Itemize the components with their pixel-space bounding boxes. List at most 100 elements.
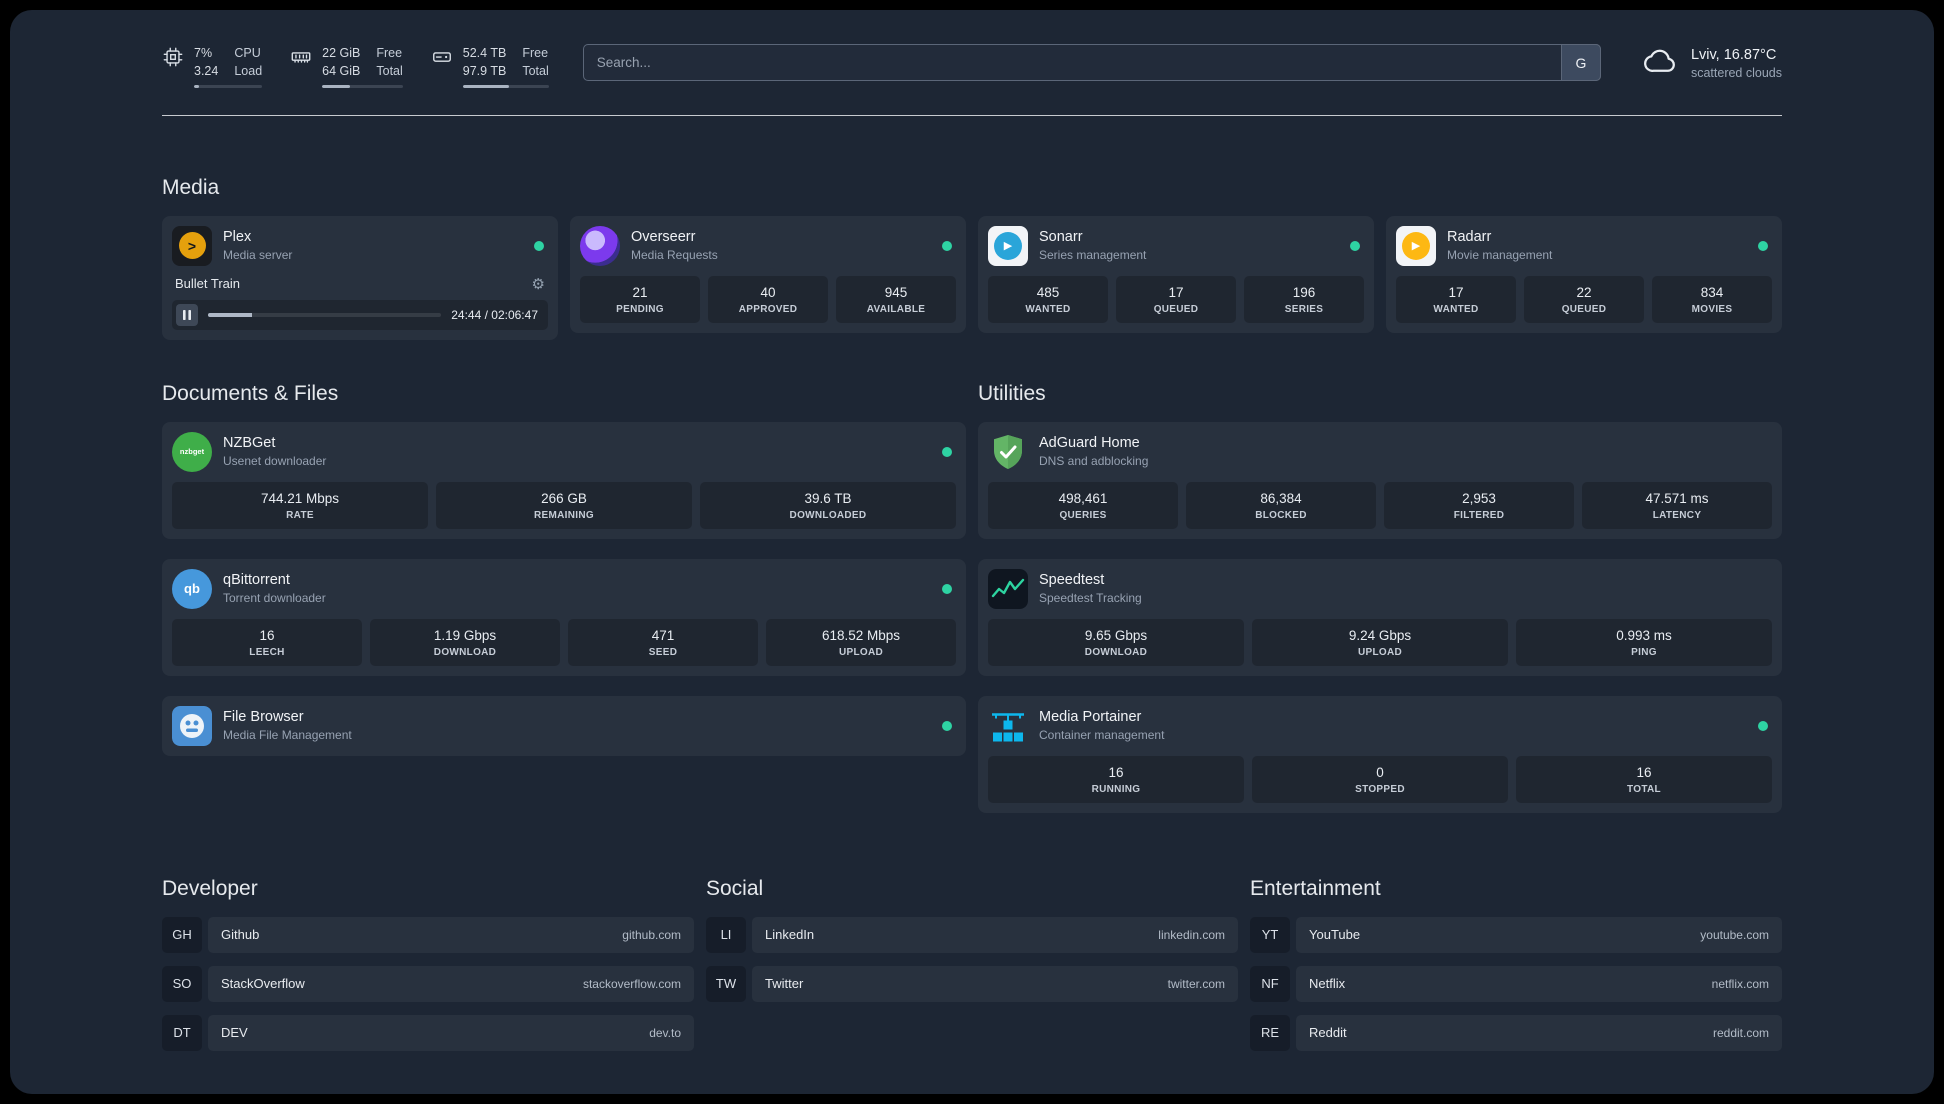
bookmark-group-title: Developer	[162, 876, 258, 900]
bookmark-name: YouTube	[1309, 927, 1361, 943]
bookmark-reddit[interactable]: RE Reddit reddit.com	[1250, 1014, 1782, 1051]
service-name: Plex	[223, 229, 252, 246]
bookmark-group-title: Social	[706, 876, 764, 900]
stat-label: BLOCKED	[1255, 509, 1307, 521]
stat-label: RUNNING	[1091, 783, 1141, 795]
stat-value: 39.6 TB	[804, 490, 852, 506]
service-description: Movie management	[1447, 248, 1553, 263]
service-name: qBittorrent	[223, 572, 290, 589]
service-description: Container management	[1039, 728, 1165, 743]
bookmark-group-title: Entertainment	[1250, 876, 1381, 900]
stat-value: 16	[1636, 764, 1652, 780]
bookmark-url: netflix.com	[1711, 976, 1769, 991]
stat-label: UPLOAD	[838, 646, 884, 658]
stat-download: 1.19 Gbps DOWNLOAD	[370, 618, 560, 666]
stat-downloaded: 39.6 TB DOWNLOADED	[700, 481, 956, 529]
qbittorrent-logo-text: qb	[184, 581, 200, 597]
service-description: Series management	[1039, 248, 1147, 263]
playback-progress-bar[interactable]	[208, 312, 442, 317]
stat-label: STOPPED	[1355, 783, 1405, 795]
stat-seed: 471 SEED	[568, 618, 758, 666]
stat-ping: 0.993 ms PING	[1516, 618, 1772, 666]
service-name: AdGuard Home	[1039, 435, 1140, 452]
service-card-speedtest[interactable]: Speedtest Speedtest Tracking 9.65 Gbps D…	[978, 558, 1782, 676]
search-input[interactable]	[582, 44, 1601, 81]
section-documents-files: Documents & Files nzbget NZBGet Usenet d…	[162, 382, 966, 756]
stat-value: 945	[884, 284, 908, 300]
search-bar: G	[582, 44, 1601, 81]
stat-value: 16	[259, 627, 275, 643]
bookmark-github[interactable]: GH Github github.com	[162, 916, 694, 953]
bookmark-stackoverflow[interactable]: SO StackOverflow stackoverflow.com	[162, 965, 694, 1002]
section-title-utilities: Utilities	[978, 381, 1046, 405]
memory-total-label: Total	[376, 63, 403, 78]
cpu-usage-value: 7%	[194, 46, 213, 60]
memory-free-label: Free	[376, 46, 403, 60]
service-name: File Browser	[223, 709, 304, 726]
bookmark-name: Netflix	[1309, 976, 1346, 992]
stat-wanted: 485 WANTED	[988, 275, 1108, 323]
service-card-overseerr[interactable]: Overseerr Media Requests 21 PENDING 40 A…	[570, 215, 966, 333]
stat-value: 40	[760, 284, 776, 300]
disk-metric: 52.4 TB Free 97.9 TB Total	[431, 45, 549, 88]
bookmark-abbr: SO	[162, 965, 202, 1002]
stat-stopped: 0 STOPPED	[1252, 755, 1508, 803]
cpu-icon	[162, 46, 184, 88]
stat-wanted: 17 WANTED	[1396, 275, 1516, 323]
stat-value: 9.24 Gbps	[1348, 627, 1412, 643]
cpu-metric: 7% CPU 3.24 Load	[162, 45, 263, 88]
cpu-label: CPU	[234, 46, 261, 60]
stat-available: 945 AVAILABLE	[836, 275, 956, 323]
service-card-adguard[interactable]: AdGuard Home DNS and adblocking 498,461 …	[978, 421, 1782, 539]
memory-free-value: 22 GiB	[322, 46, 361, 60]
section-title-documents: Documents & Files	[162, 381, 339, 405]
stat-value: 196	[1292, 284, 1316, 300]
cpu-load-label: Load	[234, 63, 263, 78]
service-card-portainer[interactable]: Media Portainer Container management 16 …	[978, 695, 1782, 813]
service-name: Speedtest	[1039, 572, 1105, 589]
stat-value: 0	[1376, 764, 1384, 780]
stat-label: PING	[1631, 646, 1657, 658]
stat-value: 485	[1036, 284, 1060, 300]
service-card-filebrowser[interactable]: File Browser Media File Management	[162, 695, 966, 756]
bookmark-twitter[interactable]: TW Twitter twitter.com	[706, 965, 1238, 1002]
bookmark-abbr: GH	[162, 916, 202, 953]
stat-remaining: 266 GB REMAINING	[436, 481, 692, 529]
nzbget-icon: nzbget	[172, 431, 212, 472]
status-dot	[1758, 240, 1768, 251]
service-card-plex[interactable]: > Plex Media server Bullet Train ⚙ 24:44…	[162, 215, 558, 340]
sonarr-icon: ▶	[988, 225, 1028, 266]
bookmark-group-entertainment: Entertainment YT YouTube youtube.com NF …	[1250, 877, 1782, 1064]
status-dot	[942, 720, 952, 731]
service-card-qbittorrent[interactable]: qb qBittorrent Torrent downloader 16 LEE…	[162, 558, 966, 676]
stat-label: REMAINING	[534, 509, 594, 521]
dashboard-panel: 7% CPU 3.24 Load 22 GiB Free 64 GiB Tota…	[10, 10, 1934, 1094]
pause-button[interactable]	[176, 303, 198, 326]
service-description: Media Requests	[631, 248, 718, 263]
stat-queued: 22 QUEUED	[1524, 275, 1644, 323]
service-card-radarr[interactable]: ▶ Radarr Movie management 17 WANTED 22 Q…	[1386, 215, 1782, 333]
gear-icon[interactable]: ⚙	[532, 275, 545, 293]
bookmark-url: stackoverflow.com	[582, 976, 681, 991]
stat-value: 17	[1448, 284, 1464, 300]
stat-latency: 47.571 ms LATENCY	[1582, 481, 1772, 529]
search-provider-button[interactable]: G	[1560, 44, 1601, 81]
stat-queries: 498,461 QUERIES	[988, 481, 1178, 529]
bookmark-linkedin[interactable]: LI LinkedIn linkedin.com	[706, 916, 1238, 953]
bookmark-netflix[interactable]: NF Netflix netflix.com	[1250, 965, 1782, 1002]
service-card-nzbget[interactable]: nzbget NZBGet Usenet downloader 744.21 M…	[162, 421, 966, 539]
status-dot	[1350, 240, 1360, 251]
nzbget-logo-text: nzbget	[179, 447, 205, 457]
qbittorrent-icon: qb	[172, 568, 212, 609]
disk-usage-bar-fill	[462, 84, 510, 88]
stat-label: LEECH	[249, 646, 285, 658]
bookmark-youtube[interactable]: YT YouTube youtube.com	[1250, 916, 1782, 953]
stat-approved: 40 APPROVED	[708, 275, 828, 323]
bookmark-dev[interactable]: DT DEV dev.to	[162, 1014, 694, 1051]
stat-value: 1.19 Gbps	[433, 627, 497, 643]
stat-label: WANTED	[1433, 303, 1479, 315]
now-playing-title: Bullet Train	[175, 276, 241, 292]
section-media: Media > Plex Media server Bullet Train ⚙…	[162, 176, 1782, 340]
service-card-sonarr[interactable]: ▶ Sonarr Series management 485 WANTED 17…	[978, 215, 1374, 333]
system-metrics: 7% CPU 3.24 Load 22 GiB Free 64 GiB Tota…	[162, 45, 549, 88]
